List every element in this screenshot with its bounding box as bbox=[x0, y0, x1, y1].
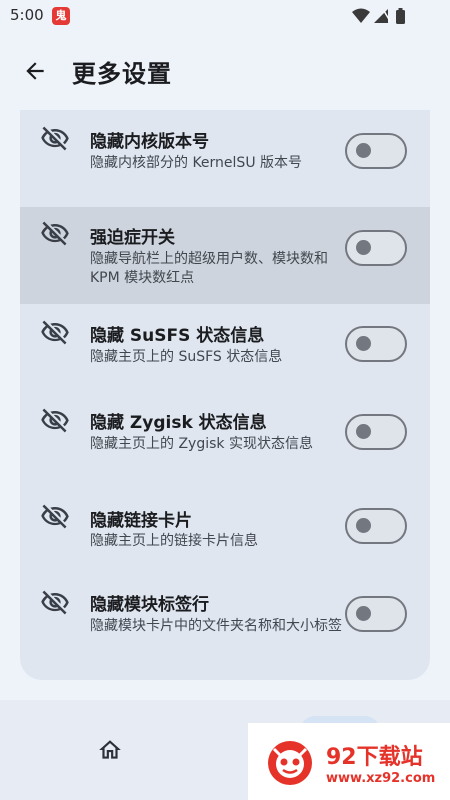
setting-hide-susfs-status[interactable]: 隐藏 SuSFS 状态信息 隐藏主页上的 SuSFS 状态信息 bbox=[20, 304, 430, 392]
setting-description: 隐藏模块卡片中的文件夹名称和大小标签 bbox=[90, 618, 342, 634]
eye-off-icon bbox=[41, 126, 69, 151]
battery-icon bbox=[396, 8, 405, 24]
setting-title: 隐藏链接卡片 bbox=[90, 511, 192, 531]
signal-icon bbox=[374, 9, 391, 23]
watermark: 92下载站 www.xz92.com bbox=[248, 723, 450, 800]
setting-description: 隐藏主页上的 SuSFS 状态信息 bbox=[90, 349, 283, 365]
setting-title: 隐藏 SuSFS 状态信息 bbox=[90, 326, 265, 346]
setting-hide-kernel-version[interactable]: 隐藏内核版本号 隐藏内核部分的 KernelSU 版本号 bbox=[20, 110, 430, 207]
setting-title: 隐藏模块标签行 bbox=[90, 595, 209, 615]
toggle-switch[interactable] bbox=[345, 414, 407, 450]
page-title: 更多设置 bbox=[72, 60, 172, 88]
toggle-knob bbox=[356, 518, 371, 533]
setting-description: 隐藏导航栏上的超级用户数、模块数和 KPM 模块数红点 bbox=[90, 251, 328, 286]
status-bar: 5:00 鬼 bbox=[0, 0, 450, 32]
setting-description: 隐藏主页上的 Zygisk 实现状态信息 bbox=[90, 436, 313, 452]
wifi-icon bbox=[352, 8, 370, 23]
toggle-switch[interactable] bbox=[345, 508, 407, 544]
status-time: 5:00 bbox=[10, 6, 44, 24]
toggle-switch[interactable] bbox=[345, 133, 407, 169]
setting-hide-link-card[interactable]: 隐藏链接卡片 隐藏主页上的链接卡片信息 bbox=[20, 488, 430, 574]
setting-title: 强迫症开关 bbox=[90, 228, 175, 248]
top-app-bar: 更多设置 bbox=[0, 32, 450, 110]
eye-off-icon bbox=[41, 408, 69, 433]
nav-home-button[interactable] bbox=[94, 734, 126, 766]
status-icons bbox=[350, 7, 416, 25]
toggle-knob bbox=[356, 240, 371, 255]
eye-off-icon bbox=[41, 320, 69, 345]
back-button[interactable] bbox=[16, 52, 54, 90]
watermark-title: 92下载站 bbox=[326, 745, 423, 770]
watermark-url: www.xz92.com bbox=[326, 771, 436, 786]
notification-app-icon: 鬼 bbox=[52, 7, 70, 25]
eye-off-icon bbox=[41, 590, 69, 615]
watermark-logo-icon bbox=[268, 741, 312, 785]
toggle-knob bbox=[356, 143, 371, 158]
toggle-switch[interactable] bbox=[345, 230, 407, 266]
toggle-switch[interactable] bbox=[345, 596, 407, 632]
toggle-knob bbox=[356, 606, 371, 621]
setting-title: 隐藏 Zygisk 状态信息 bbox=[90, 413, 267, 433]
setting-description: 隐藏内核部分的 KernelSU 版本号 bbox=[90, 155, 303, 171]
settings-card: 隐藏内核版本号 隐藏内核部分的 KernelSU 版本号 强迫症开关 隐藏导航栏… bbox=[20, 110, 430, 680]
toggle-knob bbox=[356, 336, 371, 351]
eye-off-icon bbox=[41, 504, 69, 529]
setting-hide-module-tags[interactable]: 隐藏模块标签行 隐藏模块卡片中的文件夹名称和大小标签 bbox=[20, 574, 430, 674]
setting-title: 隐藏内核版本号 bbox=[90, 132, 209, 152]
toggle-knob bbox=[356, 424, 371, 439]
arrow-left-icon bbox=[26, 62, 44, 80]
setting-hide-zygisk-status[interactable]: 隐藏 Zygisk 状态信息 隐藏主页上的 Zygisk 实现状态信息 bbox=[20, 392, 430, 488]
home-icon bbox=[99, 740, 121, 759]
toggle-switch[interactable] bbox=[345, 326, 407, 362]
setting-ocd-switch[interactable]: 强迫症开关 隐藏导航栏上的超级用户数、模块数和 KPM 模块数红点 bbox=[20, 207, 430, 304]
eye-off-icon bbox=[41, 221, 69, 246]
setting-description: 隐藏主页上的链接卡片信息 bbox=[90, 533, 258, 549]
